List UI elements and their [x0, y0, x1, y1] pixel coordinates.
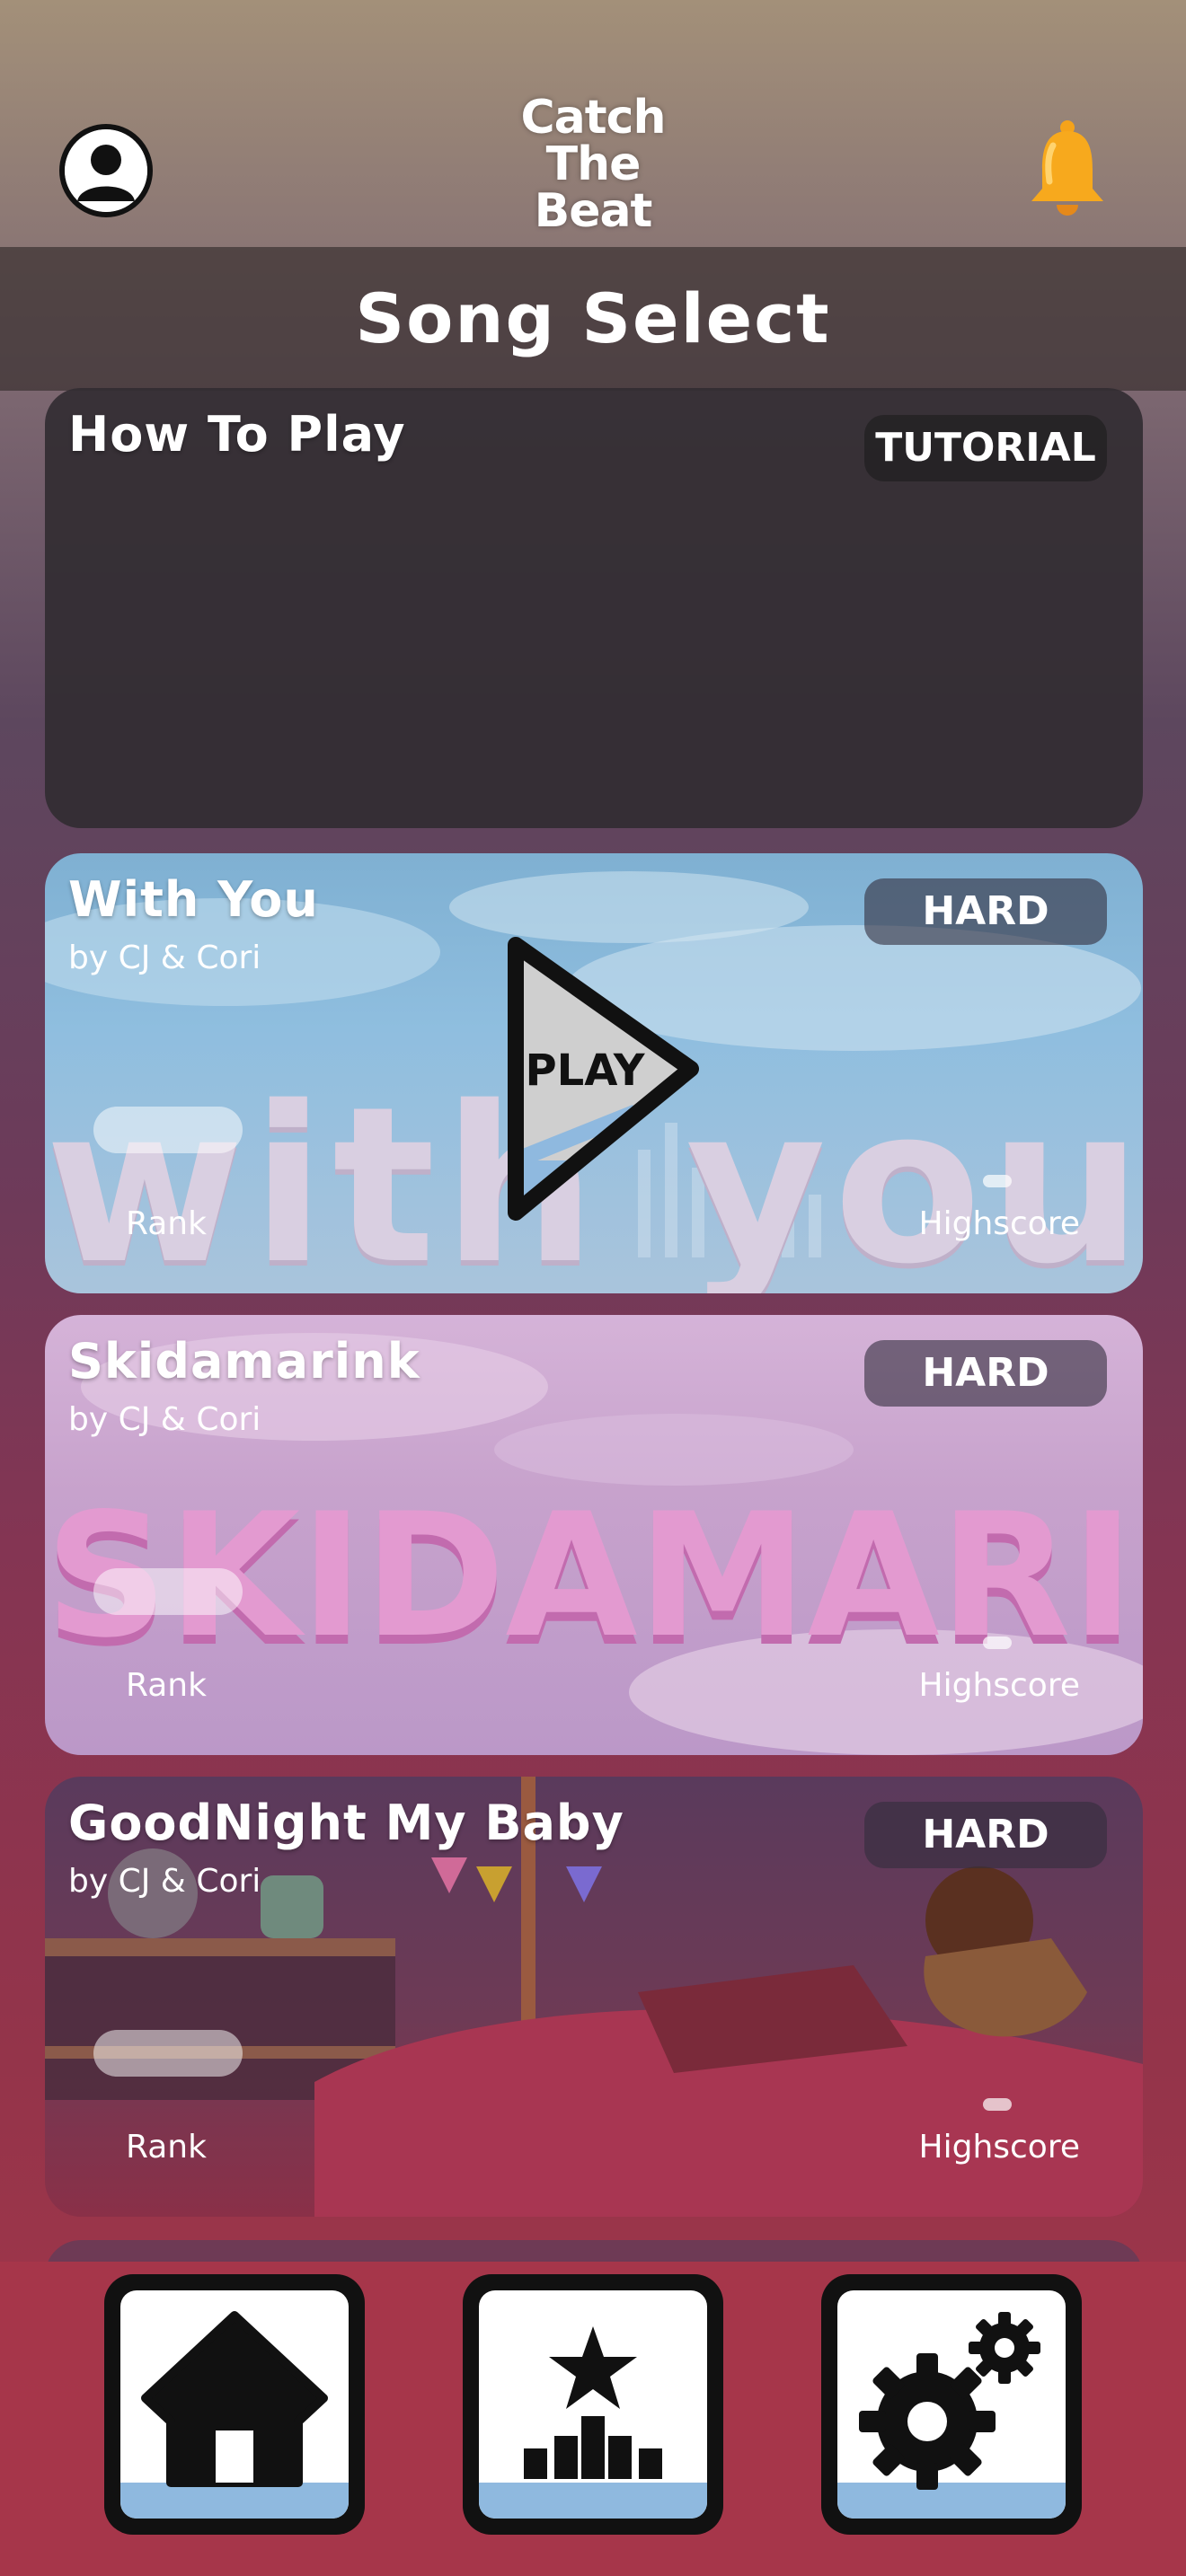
highscore-value-pill	[983, 2098, 1012, 2111]
highscore-label: Highscore	[918, 1667, 1080, 1704]
leaderboard-button[interactable]	[463, 2274, 723, 2535]
section-bar: Song Select	[0, 247, 1186, 391]
bell-icon[interactable]	[1022, 119, 1112, 223]
leaderboard-button-face	[479, 2290, 707, 2519]
settings-button-face	[837, 2290, 1066, 2519]
song-card-skidamarink[interactable]: SKIDAMARINK Skidamarink by CJ & Cori HAR…	[45, 1315, 1143, 1755]
app-logo: Catch The Beat	[503, 91, 683, 238]
highscore-value-pill	[983, 1636, 1012, 1649]
top-header: Catch The Beat	[0, 0, 1186, 247]
logo-line-1: Catch	[520, 91, 667, 145]
highscore-value-pill	[983, 1175, 1012, 1187]
play-label: PLAY	[525, 1045, 645, 1096]
settings-button[interactable]	[821, 2274, 1082, 2535]
home-icon	[141, 2311, 328, 2487]
rank-label: Rank	[126, 1205, 207, 1242]
home-button-face	[120, 2290, 349, 2519]
rank-label: Rank	[126, 1667, 207, 1704]
song-title: Skidamarink	[68, 1333, 420, 1389]
difficulty-badge: HARD	[864, 1340, 1107, 1407]
section-title: Song Select	[355, 278, 831, 358]
home-button[interactable]	[104, 2274, 365, 2535]
highscore-label: Highscore	[918, 2129, 1080, 2166]
rank-value-pill	[93, 1107, 243, 1153]
settings-gears-icon	[859, 2312, 1040, 2490]
leaderboard-icon	[524, 2326, 662, 2479]
song-title: GoodNight My Baby	[68, 1795, 624, 1851]
play-button[interactable]: PLAY	[489, 925, 713, 1239]
song-artist: by CJ & Cori	[68, 1863, 261, 1900]
rank-value-pill	[93, 1568, 243, 1615]
tutorial-title: How To Play	[68, 406, 406, 463]
tutorial-badge: TUTORIAL	[864, 415, 1107, 481]
difficulty-badge: HARD	[864, 1802, 1107, 1868]
rank-value-pill	[93, 2030, 243, 2077]
song-title: With You	[68, 871, 319, 928]
logo-line-2: The	[545, 137, 642, 191]
profile-button[interactable]	[59, 124, 153, 217]
song-artist: by CJ & Cori	[68, 940, 261, 976]
logo-line-3: Beat	[534, 184, 653, 238]
difficulty-badge: HARD	[864, 878, 1107, 945]
song-card-goodnight-my-baby[interactable]: GoodNight My Baby by CJ & Cori HARD Rank…	[45, 1777, 1143, 2217]
tutorial-card[interactable]: How To Play TUTORIAL	[45, 388, 1143, 828]
song-artist: by CJ & Cori	[68, 1401, 261, 1438]
highscore-label: Highscore	[918, 1205, 1080, 1242]
rank-label: Rank	[126, 2129, 207, 2166]
user-avatar-icon	[65, 129, 147, 212]
